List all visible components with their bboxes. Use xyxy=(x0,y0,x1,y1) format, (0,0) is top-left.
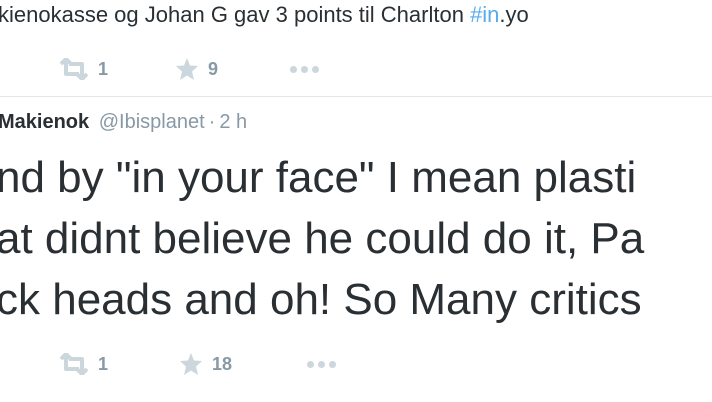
retweet-icon xyxy=(58,353,90,375)
tweet-line-3: ck heads and oh! So Many critics xyxy=(0,275,642,324)
more-button[interactable] xyxy=(290,65,320,73)
favorite-button[interactable]: 18 xyxy=(178,352,232,376)
author-handle[interactable]: @Ibisplanet xyxy=(99,111,205,133)
hashtag-link[interactable]: #in xyxy=(470,2,499,27)
tweet-text-continuation: .yo xyxy=(499,2,529,27)
previous-tweet-text: kienokasse og Johan G gav 3 points til C… xyxy=(0,2,529,28)
tweet-header: Makienok @Ibisplanet · 2 h xyxy=(0,111,247,134)
favorite-count: 18 xyxy=(212,353,233,374)
retweet-button[interactable]: 1 xyxy=(58,58,108,80)
favorite-count: 9 xyxy=(208,58,219,79)
retweet-count: 1 xyxy=(98,58,109,79)
tweet-body: nd by "in your face" I mean plasti at di… xyxy=(0,147,644,330)
tweet-actions: 1 18 xyxy=(58,349,337,379)
star-icon xyxy=(174,57,200,81)
tweet-divider xyxy=(0,96,712,97)
timestamp[interactable]: 2 h xyxy=(219,111,247,133)
retweet-icon xyxy=(58,58,90,80)
previous-tweet-actions: 1 9 xyxy=(58,54,320,84)
star-icon xyxy=(178,352,204,376)
tweet-text: kienokasse og Johan G gav 3 points til C… xyxy=(0,2,471,27)
more-dots-icon xyxy=(290,65,320,73)
tweet-line-1: nd by "in your face" I mean plasti xyxy=(0,153,637,202)
retweet-button[interactable]: 1 xyxy=(58,353,108,375)
favorite-button[interactable]: 9 xyxy=(174,57,218,81)
more-button[interactable] xyxy=(307,360,337,368)
more-dots-icon xyxy=(307,360,337,368)
author-name[interactable]: Makienok xyxy=(0,111,89,133)
separator: · xyxy=(208,111,216,133)
tweet-line-2: at didnt believe he could do it, Pa xyxy=(0,214,645,263)
retweet-count: 1 xyxy=(98,353,109,374)
